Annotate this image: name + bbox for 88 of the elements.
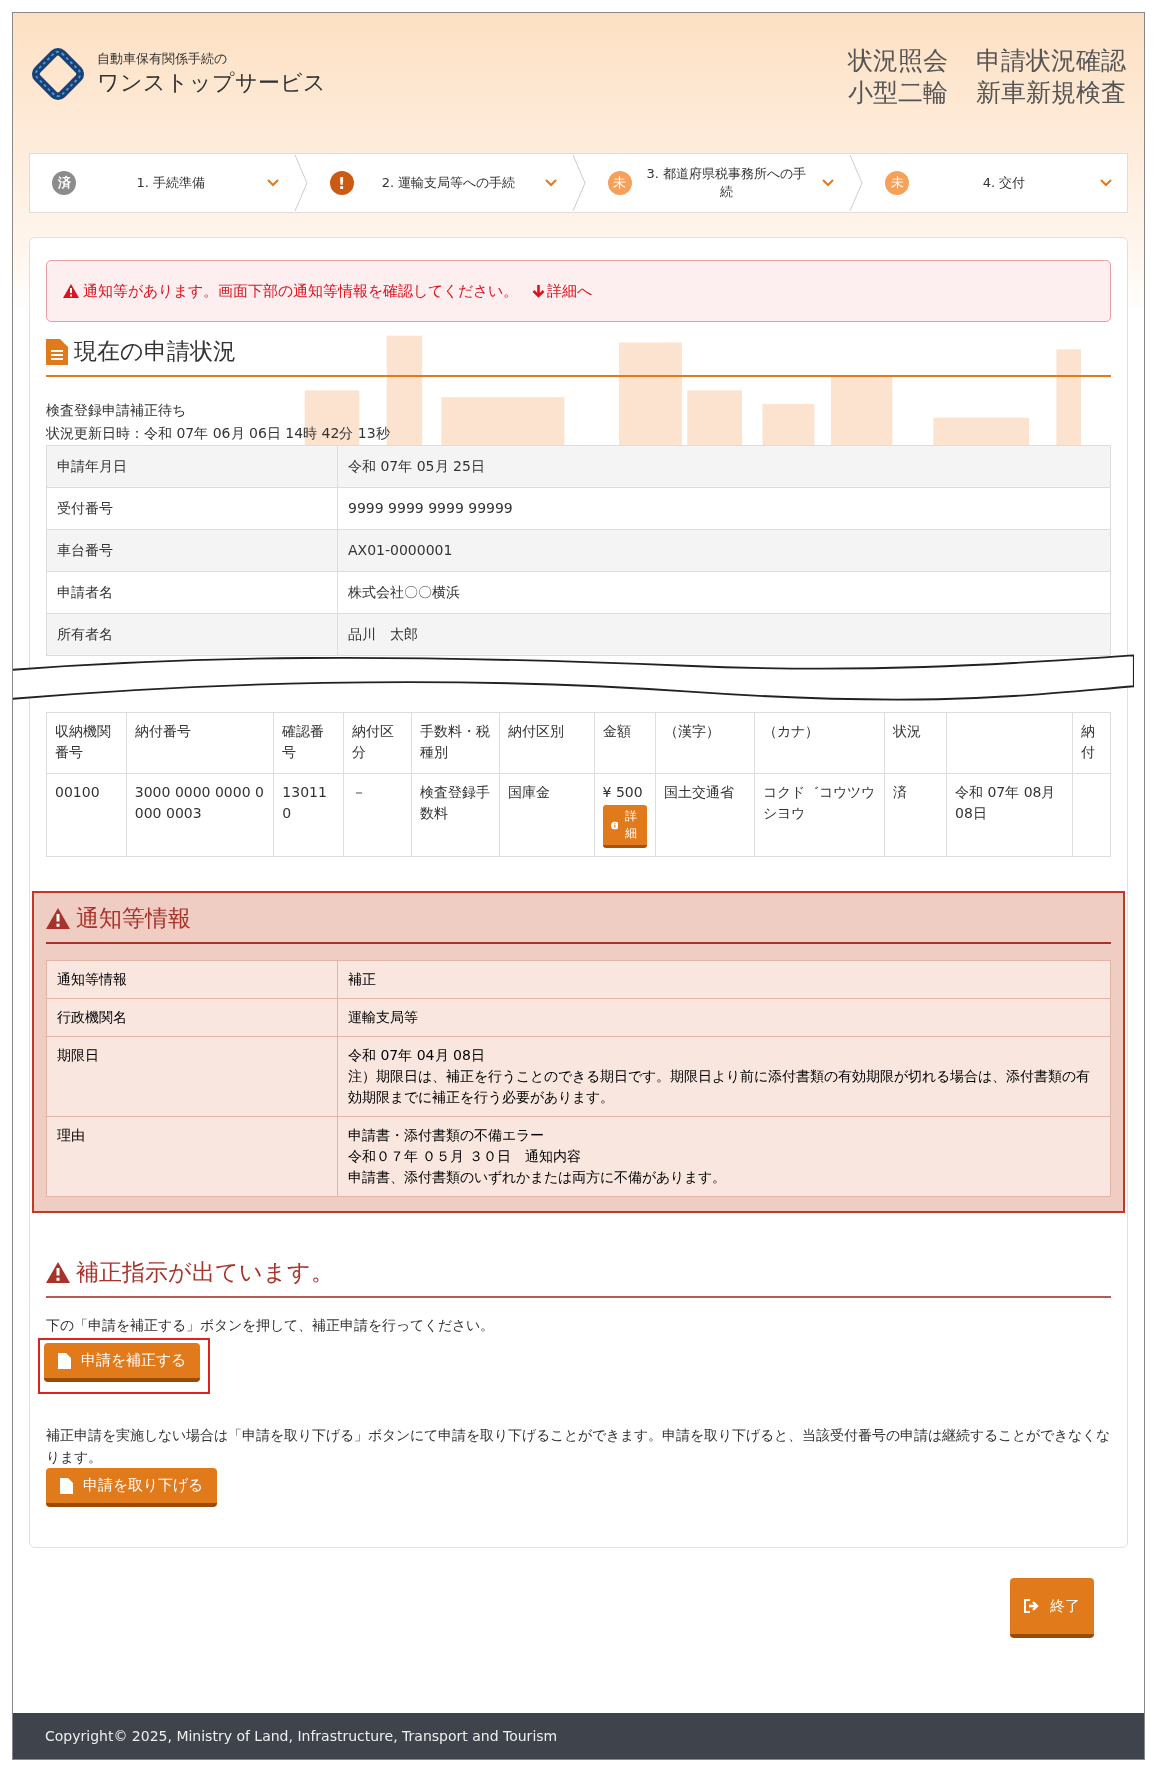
column-header: 金額: [594, 712, 656, 774]
table-cell: コクド゛コウツウシヨウ: [754, 773, 885, 857]
column-header: 納付区別: [499, 712, 595, 774]
field-label: 申請年月日: [46, 445, 338, 488]
field-value: 運輸支局等: [348, 1008, 419, 1027]
details-button[interactable]: 詳細: [602, 805, 648, 848]
chevron-down-icon: [1099, 178, 1113, 188]
page-title: 状況照会: [848, 45, 948, 77]
field-label: 受付番号: [46, 487, 338, 530]
document-icon: [60, 1477, 73, 1494]
field-label: 所有者名: [46, 613, 338, 656]
step-separator-icon: [571, 155, 586, 211]
section-title: 現在の申請状況: [74, 337, 236, 366]
step-separator-icon: [293, 155, 308, 211]
copyright-text: Copyright© 2025, Ministry of Land, Infrastructure, Transport and Tourism: [45, 1728, 558, 1744]
table-cell: －: [343, 773, 412, 857]
table-cell: 130110: [273, 773, 344, 857]
field-value: 申請書・添付書類の不備エラー: [348, 1126, 545, 1145]
exit-button[interactable]: 終了: [1010, 1578, 1094, 1638]
amount: ¥ 500: [602, 784, 643, 800]
field-label: 申請者名: [46, 571, 338, 614]
column-header: 確認番号: [273, 712, 344, 774]
table-cell: 検査登録手数料: [411, 773, 499, 857]
step-status-badge: !: [329, 171, 354, 195]
logo-title: ワンストップサービス: [97, 69, 326, 97]
field-value: AX01-0000001: [337, 529, 1111, 572]
document-icon: [58, 1352, 71, 1369]
chevron-down-icon: [543, 178, 558, 188]
update-time: 状況更新日時：令和 07年 06月 06日 14時 42分 13秒: [46, 424, 391, 443]
table-cell: 国土交通省: [655, 773, 755, 857]
field-label: 車台番号: [46, 529, 338, 572]
step-tab[interactable]: ! 2. 運輸支局等への手続: [307, 155, 572, 211]
warning-icon: [46, 1262, 70, 1283]
instruction-text: 下の「申請を補正する」ボタンを押して、補正申請を行ってください。: [46, 1316, 495, 1335]
column-header: 手数料・税種別: [411, 712, 499, 774]
correct-application-button[interactable]: 申請を補正する: [44, 1343, 200, 1382]
step-tab[interactable]: 未 4. 交付: [863, 155, 1127, 211]
alert-message: 通知等があります。画面下部の通知等情報を確認してください。: [83, 281, 518, 301]
info-icon: [610, 819, 619, 831]
page-title: 申請状況確認: [976, 45, 1126, 77]
field-label: 理由: [46, 1116, 338, 1197]
column-header: 状況: [884, 712, 947, 774]
field-label: 通知等情報: [46, 960, 338, 999]
warning-icon: [63, 284, 79, 298]
column-header: 納付区分: [343, 712, 412, 774]
chevron-down-icon: [265, 178, 280, 188]
document-icon: [46, 338, 68, 365]
table-cell: 国庫金: [499, 773, 595, 857]
field-value: 令和０７年 ０５月 ３０日 通知内容: [348, 1147, 582, 1166]
field-value: 株式会社〇〇横浜: [337, 571, 1111, 614]
logo-caption: 自動車保有関係手続の: [97, 50, 228, 68]
step-status-badge: 未: [885, 171, 910, 195]
table-cell: 3000 0000 0000 0000 0003: [126, 773, 274, 857]
page-title: 新車新規検査: [976, 77, 1126, 109]
warning-icon: [46, 908, 70, 929]
status-text: 検査登録申請補正待ち: [46, 401, 187, 420]
page-title: 小型二輪: [848, 77, 948, 109]
field-label: 期限日: [46, 1036, 338, 1117]
field-value: 申請書、添付書類のいずれかまたは両方に不備があります。: [348, 1168, 727, 1187]
column-header: （漢字）: [655, 712, 755, 774]
step-tab[interactable]: 済 1. 手続準備: [30, 155, 294, 211]
step-tab[interactable]: 未 3. 都道府県税事務所への手続: [585, 155, 850, 211]
field-value: 品川 太郎: [337, 613, 1111, 656]
field-value: 令和 07年 04月 08日: [348, 1046, 486, 1065]
section-title: 通知等情報: [76, 904, 191, 933]
table-cell: 00100: [46, 773, 127, 857]
step-separator-icon: [849, 155, 864, 211]
field-label: 行政機関名: [46, 998, 338, 1037]
arrow-down-icon: [532, 284, 545, 298]
withdraw-button[interactable]: 申請を取り下げる: [46, 1468, 217, 1507]
field-value: 注）期限日は、補正を行うことのできる期日です。期限日より前に添付書類の有効期限が切れる場合は、添付書類の有効期限までに補正を行う必要があります。: [348, 1067, 1091, 1107]
chevron-down-icon: [821, 178, 836, 188]
field-value: 補正: [348, 970, 377, 989]
table-cell: 令和 07年 08月 08日: [946, 773, 1073, 857]
column-header: 納付番号: [126, 712, 274, 774]
column-header: 納付: [1072, 712, 1111, 774]
field-value: 令和 07年 05月 25日: [337, 445, 1111, 488]
section-title: 補正指示が出ています。: [76, 1258, 334, 1287]
logo-icon: [29, 45, 87, 103]
table-cell: 済: [884, 773, 947, 857]
field-value: 9999 9999 9999 99999: [337, 487, 1111, 530]
withdraw-note: 補正申請を実施しない場合は「申請を取り下げる」ボタンにて申請を取り下げることができます。申請を取り下げると、当該受付番号の申請は継続することができなくなります。: [46, 1426, 1111, 1467]
column-header: （カナ）: [754, 712, 885, 774]
details-link[interactable]: 詳細へ: [532, 281, 592, 301]
step-status-badge: 未: [607, 171, 632, 195]
column-header: 収納機関番号: [46, 712, 127, 774]
exit-icon: [1024, 1599, 1040, 1613]
step-status-badge: 済: [52, 171, 76, 195]
